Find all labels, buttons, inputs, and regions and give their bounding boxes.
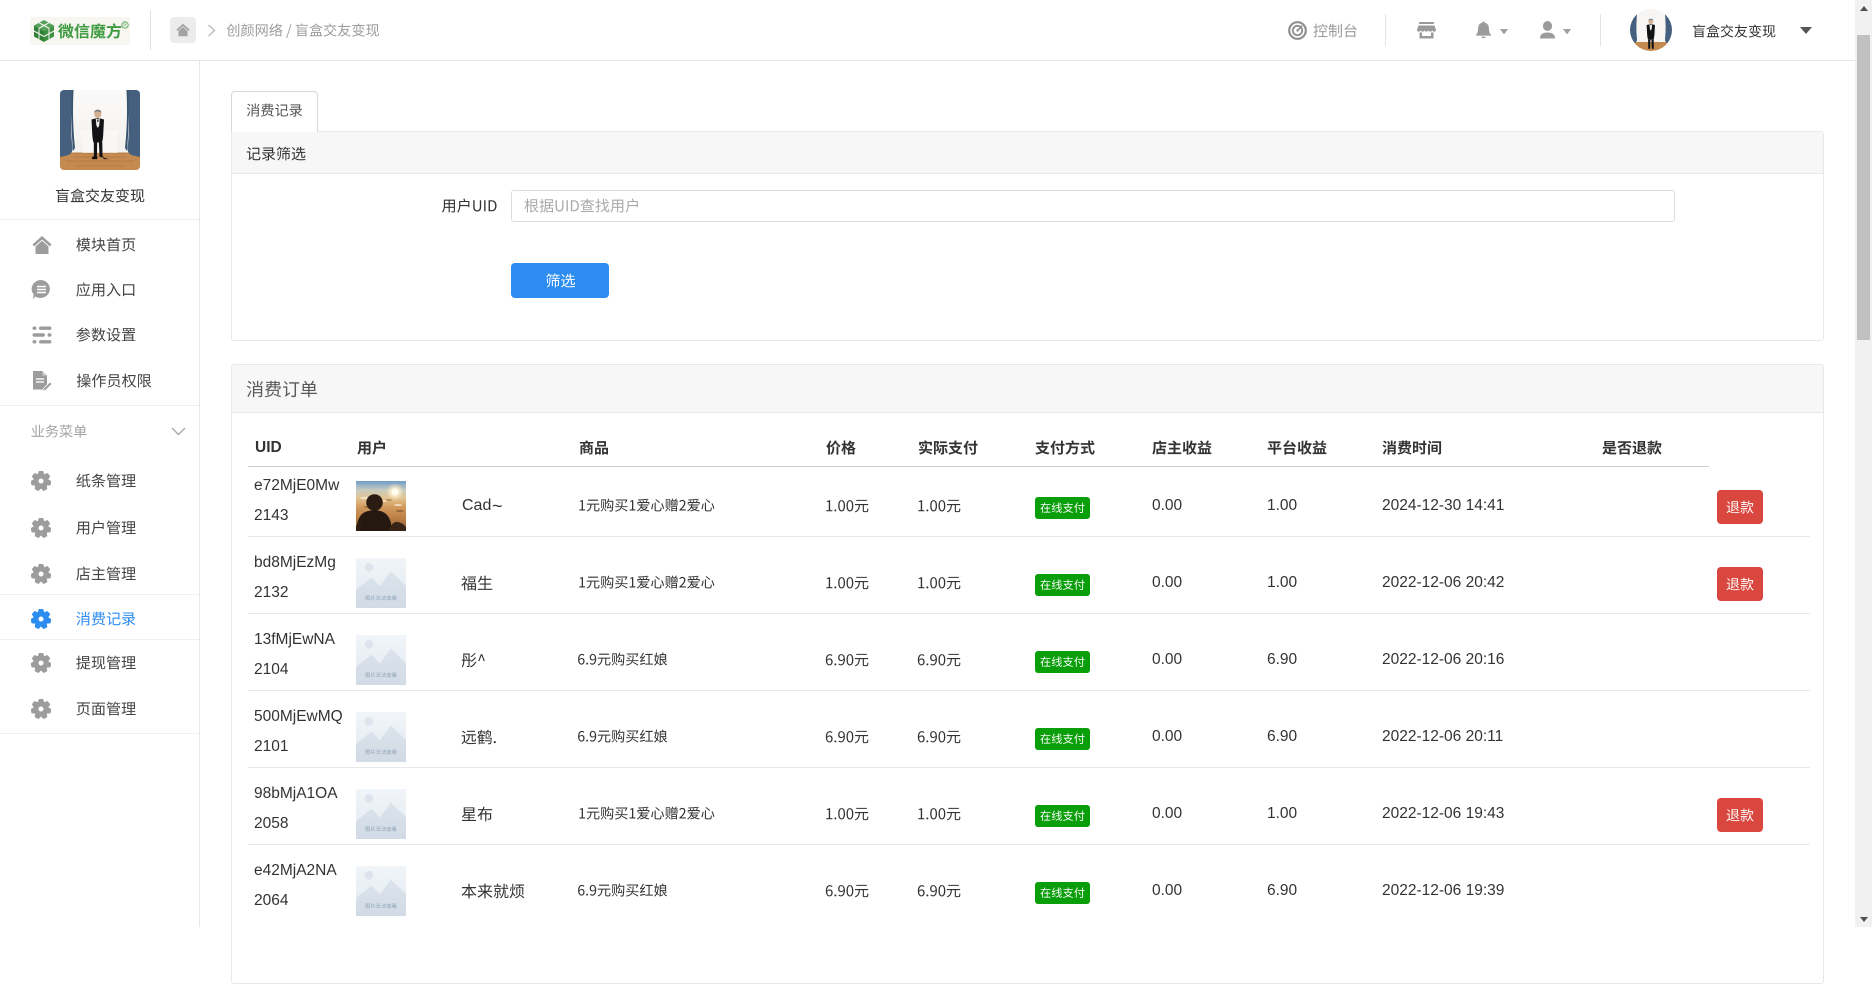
svg-text:R: R (123, 23, 127, 28)
